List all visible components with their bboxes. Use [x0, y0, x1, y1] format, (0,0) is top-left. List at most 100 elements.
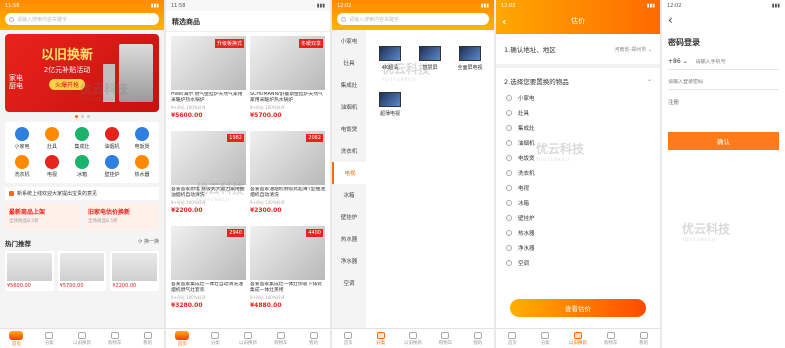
item-option[interactable]: 壁挂炉	[506, 210, 650, 225]
sidebar-item[interactable]: 净水器	[332, 250, 366, 272]
hot-card[interactable]: ¥5700.00	[57, 251, 107, 291]
sidebar-item[interactable]: 电视	[332, 162, 366, 184]
radio-icon	[506, 154, 512, 161]
tab-cart[interactable]: 购物车	[98, 329, 131, 348]
category-product[interactable]: 全面屏电视	[452, 46, 488, 84]
hot-card[interactable]: ¥5600.00	[5, 251, 54, 291]
tab-cart[interactable]: 购物车	[264, 329, 297, 348]
sidebar-item[interactable]: 电饭煲	[332, 118, 366, 140]
hot-card[interactable]: ¥2200.00	[110, 251, 160, 291]
back-icon[interactable]: ‹	[502, 15, 507, 28]
item-option[interactable]: 净水器	[506, 240, 650, 255]
country-code-select[interactable]: +86 ⌄	[668, 58, 688, 65]
category-search-bar[interactable]: 请输入搜索内容关键字	[337, 13, 489, 25]
product-card[interactable]: 冬暖双享 SCHUMANN/舒曼斯壁挂炉天然气家用采暖炉热水锅炉 9+评论 100%…	[250, 36, 325, 126]
promo-new-arrivals[interactable]: 最新商品上架 全场商品8.5折	[5, 204, 80, 230]
tab-category[interactable]: 分类	[529, 329, 562, 348]
category-item[interactable]: 集成灶	[67, 127, 97, 150]
status-time: 12:02	[501, 2, 516, 9]
category-item[interactable]: 冰箱	[67, 155, 97, 178]
tab-trade-in[interactable]: 以旧换新	[397, 329, 429, 348]
estimate-screen: 12:02 ▮▮▮ ‹ 估价 1.确认地址、地区 河南省-郑州市 ⌄ 2.选择您要…	[496, 0, 660, 348]
tab-profile[interactable]: 我的	[297, 329, 330, 348]
register-link[interactable]: 注册	[668, 98, 779, 106]
tab-profile[interactable]: 我的	[627, 329, 660, 348]
category-item[interactable]: 灶具	[37, 127, 67, 150]
item-option[interactable]: 电饭煲	[506, 150, 650, 165]
tab-profile[interactable]: 我的	[462, 329, 494, 348]
sidebar-item[interactable]: 洗衣机	[332, 140, 366, 162]
category-label: 热水器	[134, 172, 150, 178]
tab-trade-in[interactable]: 以旧换新	[562, 329, 595, 348]
sidebar-item[interactable]: 集成灶	[332, 74, 366, 96]
home-banner[interactable]: 家电 厨电 以旧换新 2亿元补贴活动 火爆开抢	[5, 34, 159, 112]
item-option[interactable]: 集成灶	[506, 120, 650, 135]
tab-trade-in[interactable]: 以旧换新	[66, 329, 99, 348]
tab-profile[interactable]: 我的	[131, 329, 164, 348]
product-card[interactable]: 2940 吾爱吾家集成灶一体灶自动清洗油烟机燃气灶套装 9+评论 100%好评 ¥32…	[171, 226, 246, 316]
cart-icon	[441, 331, 450, 339]
product-card[interactable]: 1982 吾爱吾家厨电 侧吸式大吸力家用抽油烟机自动清洗 9+评论 100%好评 ¥2…	[171, 131, 246, 221]
tab-home[interactable]: 首页	[332, 329, 364, 348]
category-icon	[75, 127, 89, 141]
category-item[interactable]: 壁挂炉	[97, 155, 127, 178]
item-option[interactable]: 油烟机	[506, 135, 650, 150]
product-card[interactable]: 2082 吾爱吾家油烟机侧吸式超薄T型抽油烟机自动清洗 9+评论 100%好评 ¥23…	[250, 131, 325, 221]
item-option[interactable]: 洗衣机	[506, 165, 650, 180]
item-option[interactable]: 电视	[506, 180, 650, 195]
password-input[interactable]	[668, 79, 779, 85]
tab-home[interactable]: 首页	[496, 329, 529, 348]
category-icon	[45, 127, 59, 141]
sidebar-item[interactable]: 热水器	[332, 228, 366, 250]
category-label: 小家电	[14, 144, 30, 150]
exchange-icon	[573, 331, 582, 339]
item-option[interactable]: 热水器	[506, 225, 650, 240]
product-card[interactable]: 4400 吾爱吾家集成灶一体灶侧吸下排式集成一体灶蒸烤 9+评论 100%好评 ¥48…	[250, 226, 325, 316]
item-option[interactable]: 灶具	[506, 105, 650, 120]
category-item[interactable]: 热水器	[127, 155, 157, 178]
tab-category[interactable]: 分类	[33, 329, 66, 348]
item-option[interactable]: 空调	[506, 255, 650, 270]
confirm-button[interactable]: 确认	[668, 132, 779, 150]
home-search-bar[interactable]: 请输入搜索内容关键字	[5, 13, 159, 25]
category-product[interactable]: 4K超清	[372, 46, 408, 84]
tab-category[interactable]: 分类	[199, 329, 232, 348]
banner-button[interactable]: 火爆开抢	[49, 79, 86, 90]
promo-trade-in[interactable]: 旧家电估价换新 全场商品8.5折	[84, 204, 159, 230]
category-item[interactable]: 电饭煲	[127, 127, 157, 150]
tab-cart[interactable]: 购物车	[594, 329, 627, 348]
item-option[interactable]: 冰箱	[506, 195, 650, 210]
sidebar-item[interactable]: 油烟机	[332, 96, 366, 118]
back-icon[interactable]: ‹	[662, 11, 785, 29]
radio-icon	[506, 184, 512, 191]
tab-home[interactable]: 首页	[0, 329, 33, 348]
category-item[interactable]: 洗衣机	[7, 155, 37, 178]
address-row[interactable]: 1.确认地址、地区 河南省-郑州市 ⌄	[496, 34, 660, 68]
category-product[interactable]: 智慧屏	[412, 46, 448, 84]
region-select[interactable]: 河南省-郑州市 ⌄	[614, 46, 652, 53]
phone-input[interactable]	[695, 58, 766, 65]
sidebar-item[interactable]: 空调	[332, 272, 366, 294]
category-item[interactable]: 小家电	[7, 127, 37, 150]
tab-cart[interactable]: 购物车	[429, 329, 461, 348]
view-estimate-button[interactable]: 查看估价	[510, 299, 646, 317]
sidebar-item[interactable]: 冰箱	[332, 184, 366, 206]
sidebar-item[interactable]: 灶具	[332, 52, 366, 74]
category-item[interactable]: 电视	[37, 155, 67, 178]
product-card[interactable]: 升级板换式 Hiee/海尔 燃气壁挂炉天然气家用采暖炉热水锅炉 9+评论 100%好…	[171, 36, 246, 126]
sidebar-item[interactable]: 小家电	[332, 30, 366, 52]
tab-category[interactable]: 分类	[364, 329, 396, 348]
refresh-button[interactable]: ⟳ 换一换	[138, 238, 159, 248]
tab-home[interactable]: 首页	[166, 329, 199, 348]
item-option[interactable]: 小家电	[506, 90, 650, 105]
category-item[interactable]: 油烟机	[97, 127, 127, 150]
tab-trade-in[interactable]: 以旧换新	[232, 329, 265, 348]
user-icon	[473, 331, 482, 339]
banner-appliance-image	[119, 44, 153, 102]
step2-row[interactable]: 2.选择您要置换的物品 ⌄	[496, 68, 660, 90]
search-icon	[341, 16, 346, 22]
sidebar-item[interactable]: 壁挂炉	[332, 206, 366, 228]
notice-bar[interactable]: 新系统上线欢迎大家提出宝贵的意见	[5, 187, 159, 200]
category-product[interactable]: 超薄电视	[372, 92, 408, 130]
tv-image	[379, 46, 401, 61]
